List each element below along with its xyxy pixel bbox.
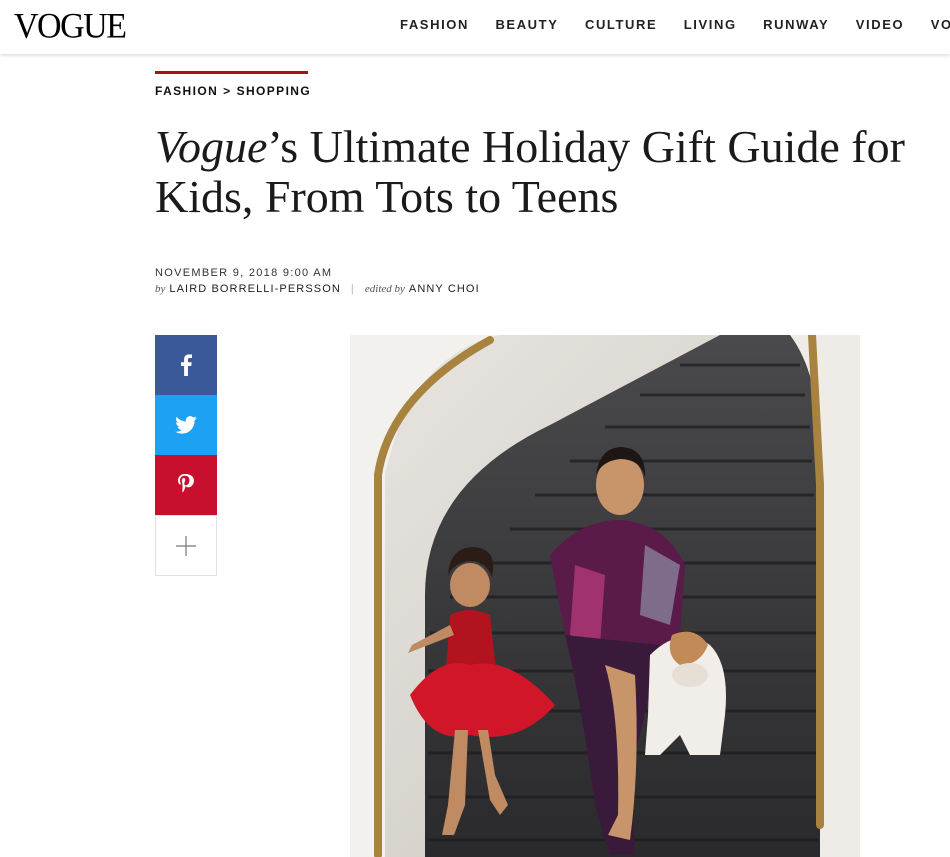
nav-item-video[interactable]: VIDEO bbox=[856, 17, 904, 33]
breadcrumb: FASHION > SHOPPING bbox=[155, 84, 311, 98]
nav-item-culture[interactable]: CULTURE bbox=[585, 17, 657, 33]
share-bar bbox=[155, 335, 217, 576]
title-rest: ’s Ultimate Holiday Gift Guide for Kids,… bbox=[155, 121, 905, 222]
title-italic-part: Vogue bbox=[155, 121, 268, 172]
breadcrumb-rule bbox=[155, 71, 308, 74]
nav-item-vogueworld[interactable]: VOGUEWORLD bbox=[931, 17, 950, 33]
pinterest-icon bbox=[178, 474, 194, 493]
nav-item-living[interactable]: LIVING bbox=[684, 17, 737, 33]
by-prefix: by bbox=[155, 283, 166, 295]
facebook-share-button[interactable] bbox=[155, 335, 217, 395]
article-title: Vogue’s Ultimate Holiday Gift Guide for … bbox=[155, 122, 935, 222]
vogue-logo[interactable]: VOGUE bbox=[14, 7, 127, 47]
breadcrumb-section[interactable]: FASHION bbox=[155, 84, 218, 98]
main-nav: FASHION BEAUTY CULTURE LIVING RUNWAY VID… bbox=[400, 16, 950, 34]
nav-item-beauty[interactable]: BEAUTY bbox=[495, 17, 558, 33]
editor-link[interactable]: ANNY CHOI bbox=[409, 283, 480, 295]
top-navigation: VOGUE FASHION BEAUTY CULTURE LIVING RUNW… bbox=[0, 0, 950, 54]
twitter-icon bbox=[175, 416, 197, 434]
hero-photo-illustration bbox=[350, 335, 860, 857]
nav-item-fashion[interactable]: FASHION bbox=[400, 17, 469, 33]
breadcrumb-separator: > bbox=[223, 84, 232, 98]
edited-by-prefix: edited by bbox=[364, 283, 405, 295]
publish-date: NOVEMBER 9, 2018 9:00 AM bbox=[155, 267, 333, 279]
byline-divider: | bbox=[350, 283, 355, 295]
facebook-icon bbox=[181, 354, 192, 376]
breadcrumb-subsection[interactable]: SHOPPING bbox=[237, 84, 312, 98]
more-share-button[interactable] bbox=[155, 515, 217, 576]
plus-icon bbox=[176, 535, 196, 556]
twitter-share-button[interactable] bbox=[155, 395, 217, 455]
byline: by LAIRD BORRELLI-PERSSON | edited by ANNY C… bbox=[155, 283, 480, 295]
nav-item-runway[interactable]: RUNWAY bbox=[763, 17, 829, 33]
hero-photo bbox=[350, 335, 860, 857]
author-link[interactable]: LAIRD BORRELLI-PERSSON bbox=[169, 283, 341, 295]
pinterest-share-button[interactable] bbox=[155, 455, 217, 515]
